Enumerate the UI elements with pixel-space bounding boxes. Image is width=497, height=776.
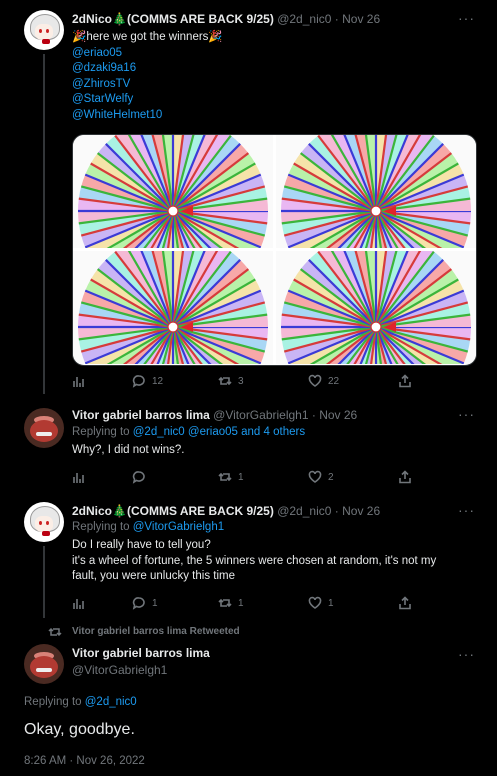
like-button[interactable]: 2 [308, 470, 334, 484]
wheel-image-4[interactable] [276, 251, 476, 364]
replying-to: Replying to @VitorGabrielgh1 [72, 521, 224, 533]
like-count: 2 [328, 471, 334, 483]
replying-to-users[interactable]: @VitorGabrielgh1 [133, 521, 224, 533]
heart-icon [308, 470, 322, 483]
like-button[interactable]: 22 [308, 374, 339, 388]
more-options-icon[interactable]: ··· [458, 646, 475, 662]
replying-to: Replying to @2d_nic0 @eriao05 and 4 othe… [72, 426, 305, 438]
more-options-icon[interactable]: ··· [458, 406, 475, 422]
tweet-text-line: Do I really have to tell you? [72, 539, 211, 551]
retweet-notice[interactable]: Vitor gabriel barros lima Retweeted [72, 626, 240, 637]
action-bar: 1 1 1 [72, 596, 412, 612]
tweet-text: Why?, I did not wins?. [72, 444, 185, 456]
tweet-text: Okay, goodbye. [24, 721, 135, 738]
separator: · [311, 408, 316, 422]
media-grid[interactable] [72, 134, 477, 366]
tweet-text-line: it's a wheel of fortune, the 5 winners w… [72, 554, 437, 567]
avatar[interactable] [24, 502, 64, 542]
replying-to: Replying to @2d_nic0 [24, 696, 137, 708]
heart-icon [308, 374, 322, 387]
wheel-image-3[interactable] [73, 251, 273, 364]
like-count: 22 [328, 375, 340, 387]
mention-link[interactable]: @WhiteHelmet10 [72, 108, 223, 124]
separator: · [334, 12, 339, 26]
tweet-header: 2dNico🎄(COMMS ARE BACK 9/25) @2d_nic0 · … [72, 504, 380, 518]
analytics-icon [73, 599, 84, 609]
action-bar: 1 2 [72, 470, 412, 486]
heart-icon [308, 596, 322, 609]
retweet-button[interactable]: 1 [218, 596, 244, 610]
share-icon [399, 470, 411, 484]
views-button[interactable] [72, 470, 86, 484]
reply-button[interactable] [132, 470, 152, 484]
analytics-icon [73, 377, 84, 387]
mention-link[interactable]: @ZhirosTV [72, 77, 223, 93]
tweet-text-line: fault, you were unlucky this time [72, 570, 235, 582]
tweet-date[interactable]: Nov 26 [319, 408, 357, 422]
thread-line [43, 54, 45, 394]
retweet-icon [48, 627, 62, 637]
share-icon [399, 374, 411, 388]
handle[interactable]: @2d_nic0 [277, 504, 331, 518]
handle[interactable]: @2d_nic0 [277, 12, 331, 26]
action-bar: 12 3 22 [72, 374, 412, 390]
retweet-icon [218, 376, 232, 386]
replying-to-label: Replying to [72, 521, 130, 533]
views-button[interactable] [72, 374, 86, 388]
handle[interactable]: @VitorGabrielgh1 [213, 408, 308, 422]
views-button[interactable] [72, 596, 86, 610]
avatar[interactable] [24, 644, 64, 684]
tweet-text: 🎉here we got the winners🎉 @eriao05 @dzak… [72, 30, 223, 123]
retweet-icon [218, 472, 232, 482]
replying-to-users[interactable]: @2d_nic0 [85, 696, 137, 708]
avatar[interactable] [24, 408, 64, 448]
retweet-button[interactable]: 3 [218, 374, 244, 388]
mention-link[interactable]: @StarWelfy [72, 92, 223, 108]
mention-link[interactable]: @eriao05 [72, 46, 223, 62]
more-options-icon[interactable]: ··· [458, 10, 475, 26]
reply-button[interactable]: 1 [132, 596, 158, 610]
reply-count: 12 [152, 375, 164, 387]
wheel-image-1[interactable] [73, 135, 273, 248]
retweet-icon [218, 598, 232, 608]
replying-to-label: Replying to [24, 696, 82, 708]
display-name[interactable]: Vitor gabriel barros lima [72, 646, 210, 660]
wheel-image-2[interactable] [276, 135, 476, 248]
tweet-timestamp[interactable]: 8:26 AM · Nov 26, 2022 [24, 755, 145, 767]
display-name[interactable]: 2dNico🎄(COMMS ARE BACK 9/25) [72, 12, 274, 26]
reply-icon [132, 375, 145, 388]
separator: · [334, 504, 339, 518]
analytics-icon [73, 473, 84, 483]
mention-link[interactable]: @dzaki9a16 [72, 61, 223, 77]
retweet-count: 1 [238, 597, 244, 609]
share-button[interactable] [398, 596, 412, 610]
tweet-text-line: 🎉here we got the winners🎉 [72, 31, 223, 43]
retweet-count: 1 [238, 471, 244, 483]
share-button[interactable] [398, 374, 412, 388]
retweet-count: 3 [238, 375, 244, 387]
tweet-header: Vitor gabriel barros lima @VitorGabrielg… [72, 408, 357, 422]
like-count: 1 [328, 597, 334, 609]
thread-line [43, 546, 45, 618]
tweet-text: Do I really have to tell you? it's a whe… [72, 538, 436, 585]
tweet-date[interactable]: Nov 26 [342, 12, 380, 26]
replying-to-users[interactable]: @2d_nic0 @eriao05 and 4 others [133, 426, 305, 438]
tweet-header: 2dNico🎄(COMMS ARE BACK 9/25) @2d_nic0 · … [72, 12, 380, 26]
share-icon [399, 596, 411, 610]
display-name[interactable]: Vitor gabriel barros lima [72, 408, 210, 422]
reply-icon [132, 471, 145, 484]
replying-to-label: Replying to [72, 426, 130, 438]
tweet-header: Vitor gabriel barros lima @VitorGabrielg… [72, 646, 210, 677]
reply-button[interactable]: 12 [132, 374, 163, 388]
share-button[interactable] [398, 470, 412, 484]
display-name[interactable]: 2dNico🎄(COMMS ARE BACK 9/25) [72, 504, 274, 518]
reply-icon [132, 597, 145, 610]
avatar[interactable] [24, 10, 64, 50]
retweet-button[interactable]: 1 [218, 470, 244, 484]
tweet-date[interactable]: Nov 26 [342, 504, 380, 518]
more-options-icon[interactable]: ··· [458, 502, 475, 518]
like-button[interactable]: 1 [308, 596, 334, 610]
handle[interactable]: @VitorGabrielgh1 [72, 663, 210, 677]
reply-count: 1 [152, 597, 158, 609]
